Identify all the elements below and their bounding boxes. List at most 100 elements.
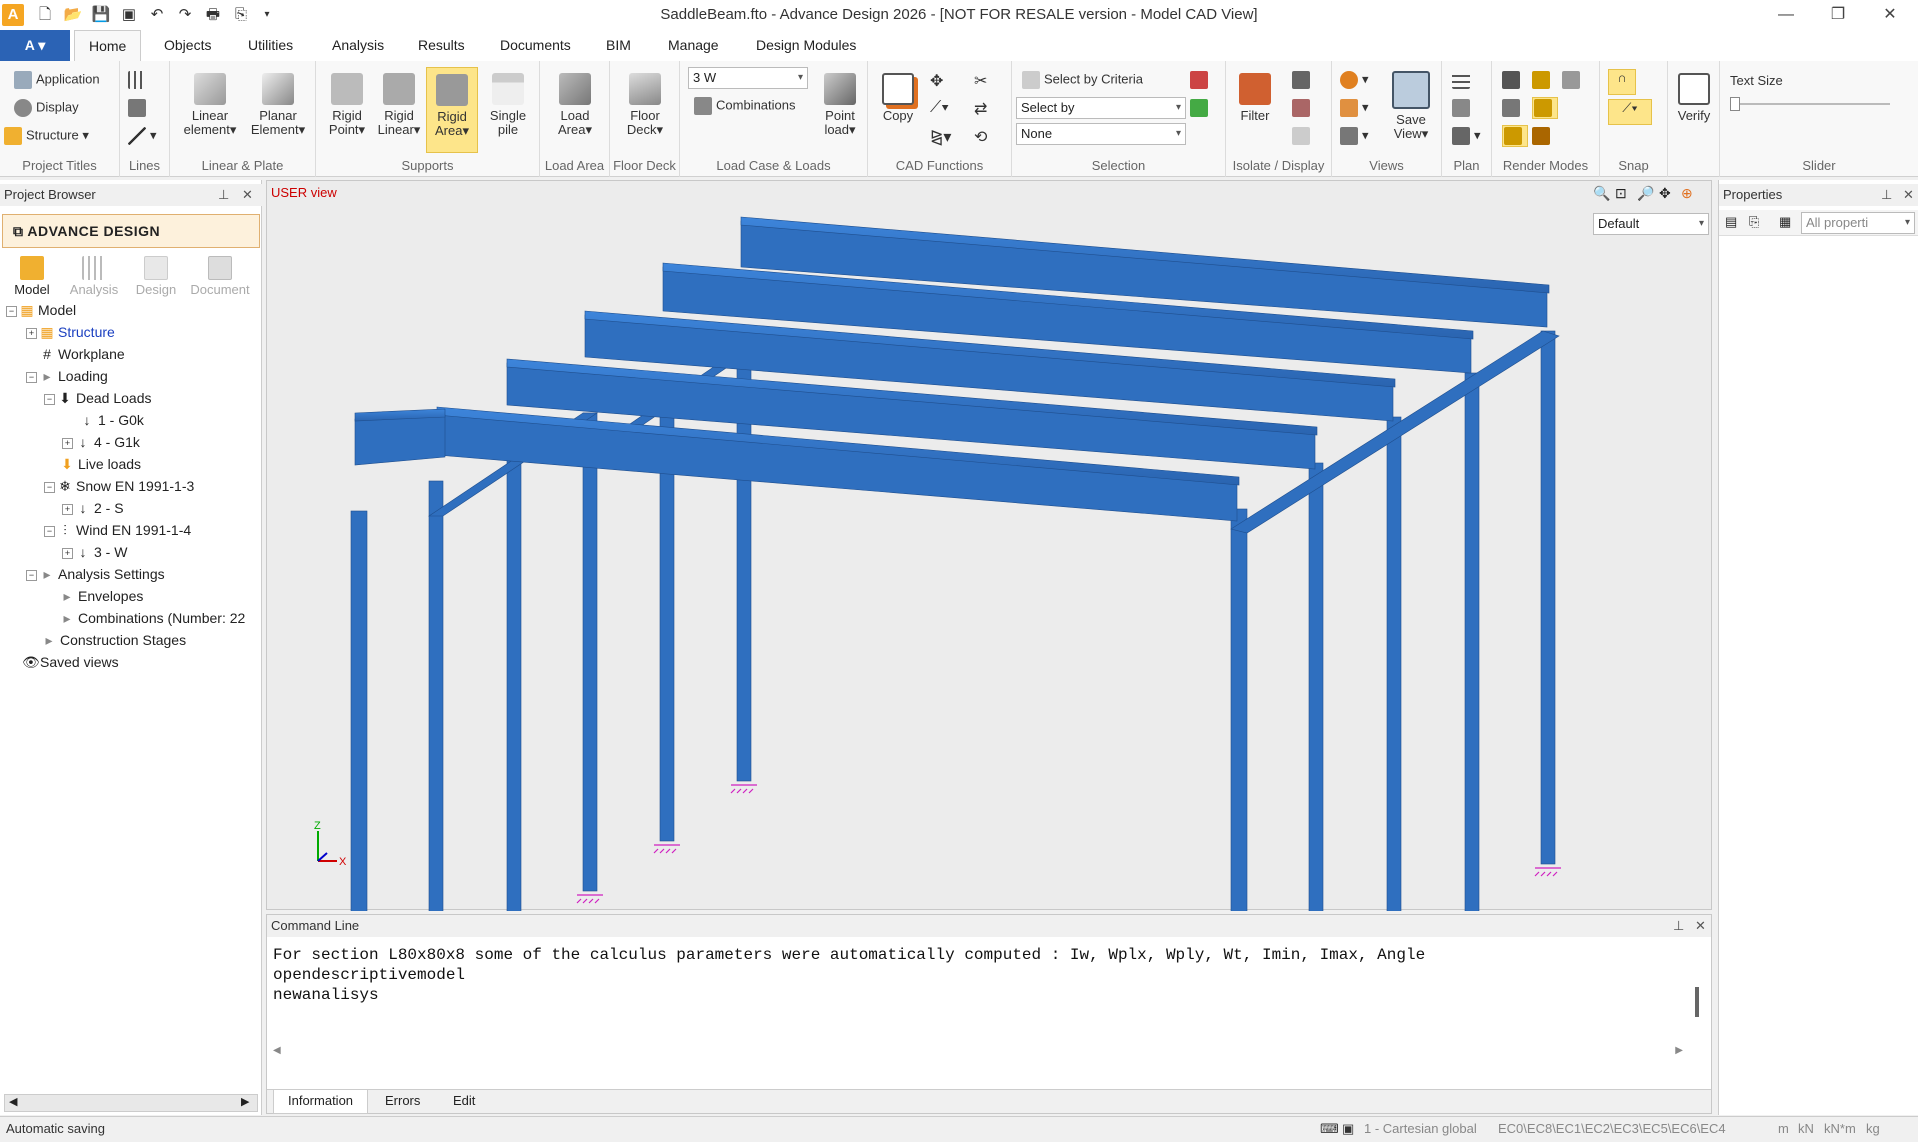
render-shade-icon[interactable]	[1562, 71, 1584, 89]
unit-moment[interactable]: kN*m	[1824, 1117, 1856, 1141]
expand-icon[interactable]: +	[62, 503, 73, 515]
zoom-extents-icon[interactable]: 🔎	[1637, 185, 1654, 202]
expand-icon[interactable]: +	[62, 547, 73, 559]
load-area-button[interactable]: Load Area▾	[546, 73, 604, 137]
selection-filter-combo[interactable]: None ▾	[1016, 123, 1186, 145]
collapse-icon[interactable]: −	[6, 305, 17, 317]
cad-viewport[interactable]: USER view Z X 🔍 ⊡ 🔎 ✥ ⊕ Default ▾	[266, 180, 1713, 911]
tab-home[interactable]: Home	[74, 30, 142, 61]
collapse-icon[interactable]: −	[26, 371, 37, 383]
select-by-combo[interactable]: Select by ▾	[1016, 97, 1186, 119]
tab-design-modules[interactable]: Design Modules	[742, 30, 870, 61]
unit-force[interactable]: kN	[1798, 1117, 1814, 1141]
view-iso-icon[interactable]: ▾	[1340, 127, 1369, 145]
tab-utilities[interactable]: Utilities	[234, 30, 307, 61]
text-size-slider-thumb[interactable]	[1730, 97, 1740, 111]
close-icon[interactable]: ✕	[1695, 915, 1706, 937]
move-icon[interactable]: ✥	[930, 71, 943, 91]
column[interactable]	[350, 510, 368, 911]
orbit-icon[interactable]: ⊕	[1681, 185, 1693, 202]
render-solid-icon[interactable]	[1532, 97, 1558, 119]
tab-bim[interactable]: BIM	[592, 30, 645, 61]
column[interactable]	[1464, 372, 1480, 911]
support-symbol[interactable]	[730, 784, 757, 794]
table-icon[interactable]: ▦	[1779, 214, 1791, 230]
tree-node-live-loads[interactable]: ⬇ Live loads	[60, 456, 141, 473]
column[interactable]	[1230, 508, 1248, 911]
column[interactable]	[1308, 462, 1324, 911]
scroll-right-icon[interactable]: ▶	[241, 1095, 249, 1108]
minimize-button[interactable]: —	[1766, 3, 1806, 27]
browser-tab-analysis[interactable]: Analysis	[64, 256, 124, 297]
copy-button[interactable]: Copy	[876, 73, 920, 123]
copy-icon[interactable]: ⎘	[1749, 214, 1759, 230]
render-section-icon[interactable]	[1502, 125, 1528, 147]
tree-node-structure[interactable]: + ▦ Structure	[26, 324, 115, 341]
application-button[interactable]: Application	[14, 71, 100, 89]
command-horizontal-scrollbar[interactable]: ◀ ▶	[273, 1045, 1683, 1059]
tab-analysis[interactable]: Analysis	[318, 30, 398, 61]
save-icon[interactable]: ▤	[1725, 214, 1737, 230]
support-symbol[interactable]	[653, 844, 680, 854]
grid-button[interactable]	[128, 71, 150, 89]
structure-3d-model[interactable]: Z X	[267, 181, 1713, 911]
verify-button[interactable]: Verify	[1672, 73, 1716, 123]
save-view-button[interactable]: Save View▾	[1384, 71, 1438, 141]
view-style-combo[interactable]: Default ▾	[1593, 213, 1709, 235]
wireframe-icon[interactable]	[1502, 71, 1524, 89]
stretch-icon[interactable]: ⟋▾	[930, 99, 949, 117]
tree-node-construction-stages[interactable]: ▸ Construction Stages	[42, 632, 186, 649]
display-button[interactable]: Display	[14, 99, 79, 117]
close-icon[interactable]: ✕	[1903, 184, 1914, 206]
text-size-slider-track[interactable]	[1730, 103, 1890, 105]
plan-grid-icon[interactable]	[1452, 71, 1474, 89]
tree-node-analysis-settings[interactable]: − ▸ Analysis Settings	[26, 566, 165, 583]
pin-icon[interactable]: ⊥	[218, 184, 229, 206]
tab-documents[interactable]: Documents	[486, 30, 585, 61]
zoom-in-icon[interactable]: 🔍	[1593, 185, 1610, 202]
mirror-icon[interactable]: ⧎▾	[930, 127, 951, 147]
scroll-left-icon[interactable]: ◀	[273, 1045, 281, 1056]
show-all-icon[interactable]	[1292, 127, 1314, 145]
tree-node-combinations[interactable]: ▸ Combinations (Number: 22	[60, 610, 260, 627]
render-hidden-icon[interactable]	[1532, 71, 1554, 89]
render-node-icon[interactable]	[1502, 99, 1524, 117]
select-by-criteria-button[interactable]: Select by Criteria	[1022, 71, 1143, 89]
select-all-icon[interactable]	[1190, 71, 1212, 89]
planar-element-button[interactable]: Planar Element▾	[244, 73, 312, 137]
offset-icon[interactable]: ⇄	[974, 99, 987, 119]
browser-tab-design[interactable]: Design	[126, 256, 186, 297]
collapse-icon[interactable]: −	[44, 393, 55, 405]
tree-node-envelopes[interactable]: ▸ Envelopes	[60, 588, 143, 605]
snap-magnet-icon[interactable]: ∩	[1608, 69, 1636, 95]
hide-icon[interactable]	[1292, 99, 1314, 117]
tree-node-snow[interactable]: − ❄ Snow EN 1991-1-3	[44, 478, 194, 495]
tab-errors[interactable]: Errors	[373, 1090, 432, 1114]
view-cube-icon[interactable]: ▾	[1340, 99, 1369, 117]
rigid-point-button[interactable]: Rigid Point▾	[322, 73, 372, 137]
plan-axes-icon[interactable]: ▾	[1452, 127, 1481, 145]
view-orbit-icon[interactable]: ▾	[1340, 71, 1369, 89]
close-button[interactable]: ✕	[1870, 3, 1910, 27]
unit-length[interactable]: m	[1778, 1117, 1789, 1141]
expand-icon[interactable]: +	[26, 327, 37, 339]
column[interactable]	[428, 480, 444, 911]
tab-edit[interactable]: Edit	[441, 1090, 487, 1114]
rafter-beam[interactable]	[354, 414, 446, 466]
expand-icon[interactable]: +	[62, 437, 73, 449]
application-menu-button[interactable]: A ▾	[0, 30, 70, 61]
scroll-right-icon[interactable]: ▶	[1675, 1045, 1683, 1056]
tree-node-load-case[interactable]: + ↓ 3 - W	[62, 544, 127, 560]
tree-node-model[interactable]: − ▦ Model	[6, 302, 76, 319]
zoom-window-icon[interactable]: ⊡	[1615, 185, 1627, 202]
collapse-icon[interactable]: −	[44, 525, 55, 537]
column[interactable]	[1386, 416, 1402, 911]
vertical-scrollbar-thumb[interactable]	[1695, 987, 1699, 1017]
tab-objects[interactable]: Objects	[150, 30, 225, 61]
browser-horizontal-scrollbar[interactable]: ◀ ▶	[4, 1094, 258, 1112]
tree-node-workplane[interactable]: # Workplane	[40, 346, 125, 362]
pin-icon[interactable]: ⊥	[1881, 184, 1892, 206]
tree-node-saved-views[interactable]: 👁Saved views	[22, 654, 119, 671]
linear-element-button[interactable]: Linear element▾	[178, 73, 242, 137]
collapse-icon[interactable]: −	[44, 481, 55, 493]
